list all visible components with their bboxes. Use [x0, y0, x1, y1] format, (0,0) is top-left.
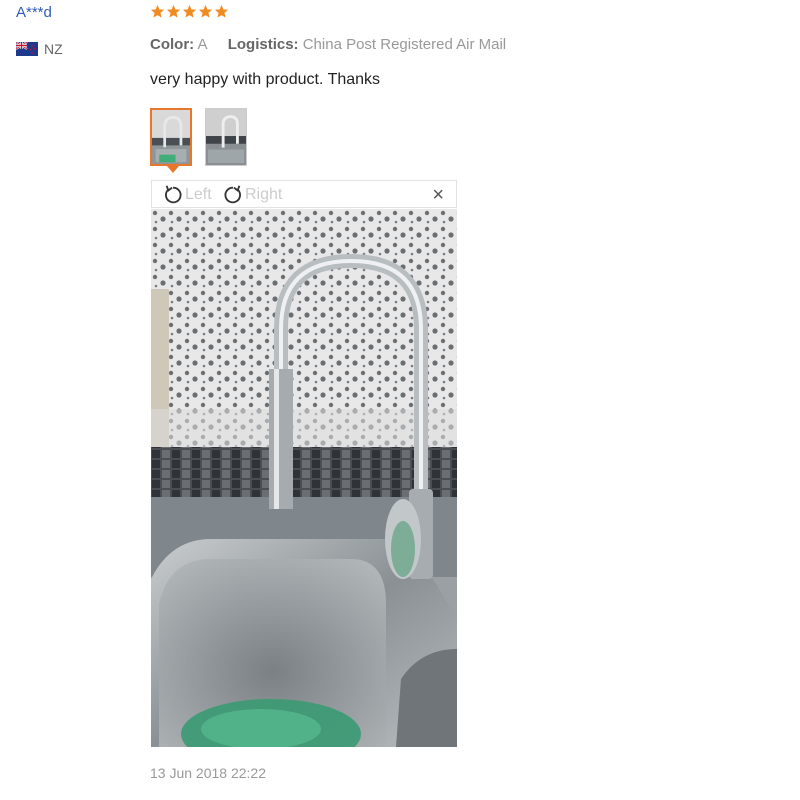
- review-photo: [151, 209, 457, 747]
- thumbnail-image: [152, 110, 190, 164]
- logistics-value: China Post Registered Air Mail: [302, 36, 507, 53]
- rotate-right-icon: [224, 185, 241, 204]
- country-code: NZ: [44, 41, 63, 57]
- logistics-label: Logistics:: [227, 36, 299, 53]
- review-date: 13 Jun 2018 22:22: [150, 765, 266, 781]
- review-text: very happy with product. Thanks: [150, 71, 381, 88]
- rotate-left-label: Left: [185, 186, 212, 203]
- color-label: Color:: [150, 36, 195, 53]
- review-thumbnail-2[interactable]: [205, 108, 247, 166]
- sink-faucet-photo: [151, 209, 457, 747]
- review-meta: Color: A Logistics: China Post Registere…: [150, 36, 522, 53]
- star-icon: [214, 4, 229, 18]
- image-viewer-toolbar: Left Right ×: [151, 180, 457, 208]
- rotate-left-icon: [165, 185, 182, 204]
- color-value: A: [197, 36, 208, 53]
- review-thumbnail-1[interactable]: [150, 108, 192, 166]
- star-icon: [182, 4, 197, 18]
- reviewer-country: NZ: [16, 41, 63, 57]
- rotate-right-button[interactable]: Right: [222, 184, 282, 206]
- star-icon: [166, 4, 181, 18]
- close-viewer-button[interactable]: ×: [432, 184, 444, 206]
- star-rating: [150, 4, 229, 19]
- selected-thumbnail-pointer: [167, 166, 179, 173]
- star-icon: [150, 4, 165, 18]
- reviewer-name: A***d: [16, 4, 52, 21]
- rotate-right-label: Right: [245, 186, 283, 203]
- star-icon: [198, 4, 213, 18]
- thumbnail-image: [206, 109, 246, 165]
- rotate-left-button[interactable]: Left: [162, 184, 212, 206]
- nz-flag-icon: [16, 42, 38, 56]
